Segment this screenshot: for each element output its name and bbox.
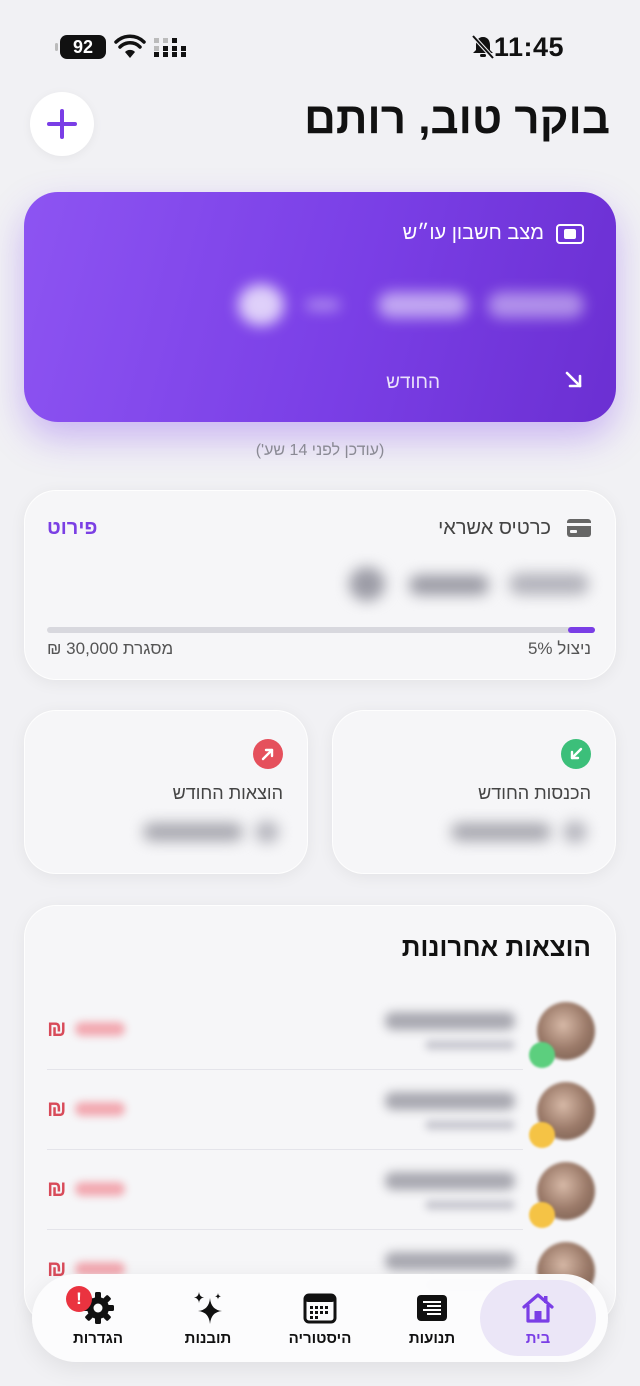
wifi-icon: [114, 34, 146, 58]
balance-card[interactable]: מצב חשבון עו״ש החודש: [24, 192, 616, 422]
battery-level: 92: [72, 37, 94, 57]
sparkle-icon: [194, 1292, 222, 1324]
usage-progress-bar: [47, 627, 595, 633]
shekel-symbol: ₪: [47, 1176, 67, 1201]
details-link[interactable]: פירוט: [47, 517, 97, 540]
signal-icon: [154, 38, 186, 57]
transaction-amount-hidden: [75, 1022, 125, 1036]
battery-icon: 92: [55, 35, 106, 59]
credit-usage: ניצול 5%: [527, 639, 591, 658]
income-card[interactable]: הכנסות החודש: [332, 710, 616, 874]
tab-settings[interactable]: הגדרות !: [40, 1280, 156, 1356]
category-badge: [529, 1042, 555, 1068]
tab-bar: בית תנועות היסטוריה תובנות הגדרות !: [32, 1274, 608, 1362]
transaction-meta-hidden: [425, 1040, 515, 1050]
expense-amount-hidden: [143, 821, 283, 845]
transaction-meta-hidden: [425, 1120, 515, 1130]
transaction-amount-hidden: [75, 1182, 125, 1196]
transaction-row[interactable]: ₪: [47, 1150, 595, 1230]
tab-label: הגדרות: [73, 1330, 123, 1347]
tab-label: תובנות: [184, 1330, 232, 1347]
expense-label: הוצאות החודש: [172, 783, 283, 803]
arrow-down-right-icon: [565, 371, 582, 388]
merchant-name-hidden: [385, 1252, 515, 1270]
transaction-amount-hidden: [75, 1102, 125, 1116]
expense-card[interactable]: הוצאות החודש: [24, 710, 308, 874]
banknote-icon: [556, 224, 584, 244]
tab-label: היסטוריה: [288, 1330, 352, 1347]
recent-expenses-title: הוצאות אחרונות: [401, 932, 591, 962]
balance-amount-hidden: [238, 284, 584, 326]
tab-insights[interactable]: תובנות: [150, 1280, 266, 1356]
credit-card-title: כרטיס אשראי: [438, 517, 551, 539]
merchant-name-hidden: [385, 1172, 515, 1190]
credit-card-icon: [567, 519, 591, 537]
clock: 11:45: [493, 32, 564, 62]
tab-history[interactable]: היסטוריה: [262, 1280, 378, 1356]
tab-label: בית: [525, 1330, 551, 1347]
category-badge: [529, 1122, 555, 1148]
merchant-name-hidden: [385, 1012, 515, 1030]
transaction-row[interactable]: ₪: [47, 990, 595, 1070]
credit-limit: מסגרת 30,000 ₪: [47, 639, 174, 658]
income-amount-hidden: [451, 821, 591, 845]
last-updated: (עודכן לפני 14 שע'): [255, 442, 385, 459]
expense-arrow-icon: [253, 739, 283, 769]
balance-period: החודש: [386, 372, 440, 393]
tab-transactions[interactable]: תנועות: [374, 1280, 490, 1356]
balance-title: מצב חשבון עו״ש: [402, 222, 544, 244]
income-label: הכנסות החודש: [478, 783, 591, 803]
recent-expenses-card: הוצאות אחרונות ₪ ₪ ₪ ₪: [24, 905, 616, 1325]
transaction-meta-hidden: [425, 1200, 515, 1210]
add-button[interactable]: [30, 92, 94, 156]
home-icon: [522, 1293, 554, 1323]
tab-label: תנועות: [408, 1330, 456, 1347]
shekel-symbol: ₪: [47, 1096, 67, 1121]
credit-card-amount-hidden: [349, 567, 589, 601]
plus-icon: [47, 109, 77, 139]
tab-home[interactable]: בית: [480, 1280, 596, 1356]
shekel-symbol: ₪: [47, 1016, 67, 1041]
category-badge: [529, 1202, 555, 1228]
status-bar: 92 11:45: [0, 0, 640, 92]
merchant-name-hidden: [385, 1092, 515, 1110]
income-arrow-icon: [561, 739, 591, 769]
transaction-row[interactable]: ₪: [47, 1070, 595, 1150]
header: בוקר טוב, רותם: [0, 92, 640, 162]
alert-badge: !: [66, 1286, 92, 1312]
calendar-icon: [303, 1293, 337, 1324]
page-title: בוקר טוב, רותם: [304, 94, 610, 143]
credit-card-card[interactable]: כרטיס אשראי פירוט מסגרת 30,000 ₪ ניצול 5…: [24, 490, 616, 680]
bell-muted-icon: [471, 34, 495, 60]
list-icon: [417, 1295, 447, 1321]
usage-progress-fill: [568, 627, 595, 633]
